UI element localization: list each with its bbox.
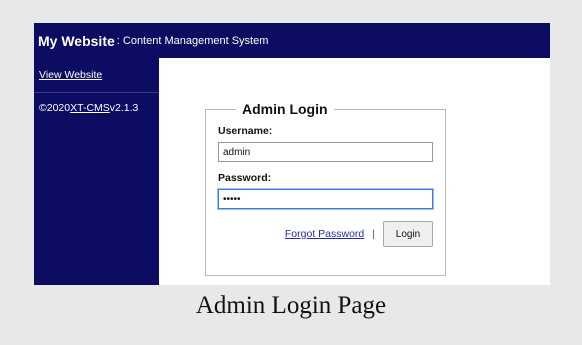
form-actions: Forgot Password | Login — [218, 221, 433, 247]
action-separator: | — [372, 228, 375, 240]
login-legend: Admin Login — [242, 101, 328, 117]
password-input[interactable] — [218, 189, 433, 209]
username-label: Username: — [218, 125, 273, 137]
login-form: Admin Login Username: Password: Forgot P… — [205, 101, 446, 276]
login-button[interactable]: Login — [383, 221, 433, 247]
version-info: ©2020 XT-CMS v2.1.3 — [34, 93, 159, 123]
site-name: My Website — [38, 32, 115, 49]
site-subtitle: : Content Management System — [116, 34, 269, 47]
top-header: My Website : Content Management System — [34, 23, 550, 58]
forgot-password-link[interactable]: Forgot Password — [285, 228, 364, 240]
page-caption: Admin Login Page — [195, 292, 387, 319]
main-content: Admin Login Username: Password: Forgot P… — [159, 58, 550, 285]
version-text: v2.1.3 — [109, 102, 139, 114]
app-window: My Website : Content Management System V… — [34, 23, 550, 285]
product-link[interactable]: XT-CMS — [70, 102, 110, 114]
username-input[interactable] — [218, 142, 433, 162]
sidebar: View Website ©2020 XT-CMS v2.1.3 — [34, 58, 159, 285]
copyright-text: ©2020 — [39, 102, 71, 114]
sidebar-item-view-website[interactable]: View Website — [34, 58, 159, 93]
view-website-link[interactable]: View Website — [39, 69, 102, 81]
password-label: Password: — [218, 172, 272, 184]
